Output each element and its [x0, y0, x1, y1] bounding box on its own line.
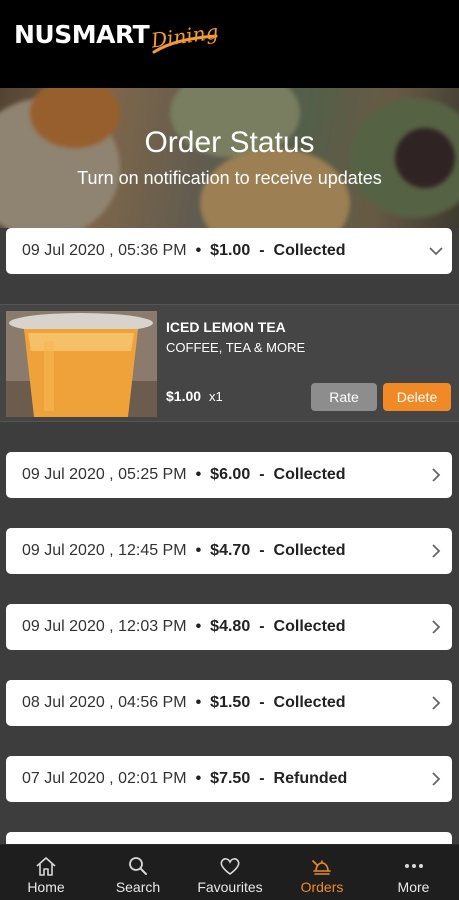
order-item-detail: ICED LEMON TEA COFFEE, TEA & MORE $1.00 … — [0, 304, 459, 422]
order-card[interactable] — [6, 832, 452, 844]
page-subtitle: Turn on notification to receive updates — [77, 168, 382, 188]
order-dash: - — [259, 242, 265, 259]
logo-main-text: NUSMART — [14, 20, 150, 49]
nav-more-label: More — [397, 879, 430, 895]
order-date: 07 Jul 2020 , 02:01 PM — [22, 770, 187, 787]
order-status: Refunded — [273, 770, 348, 787]
order-amount: $4.80 — [210, 618, 251, 635]
iced-tea-image — [6, 311, 157, 417]
chevron-right-icon[interactable] — [428, 465, 444, 485]
orders-list[interactable]: 09 Jul 2020 , 05:36 PM • $1.00 - Collect… — [0, 228, 459, 844]
delete-button[interactable]: Delete — [383, 383, 451, 411]
order-status: Collected — [273, 542, 346, 559]
order-date: 09 Jul 2020 , 12:45 PM — [22, 542, 187, 559]
order-date: 09 Jul 2020 , 05:36 PM — [22, 242, 187, 259]
page-title: Order Status — [144, 126, 315, 159]
chevron-right-icon[interactable] — [428, 693, 444, 713]
order-status: Collected — [273, 242, 346, 259]
nav-more[interactable]: More — [368, 845, 459, 900]
chevron-right-icon[interactable] — [428, 541, 444, 561]
order-date: 08 Jul 2020 , 04:56 PM — [22, 694, 187, 711]
order-amount: $4.70 — [210, 542, 251, 559]
order-date: 09 Jul 2020 , 05:25 PM — [22, 466, 187, 483]
item-price: $1.00 — [166, 388, 202, 404]
order-amount: $7.50 — [210, 770, 251, 787]
heart-icon — [220, 858, 240, 876]
order-card[interactable]: 09 Jul 2020 , 05:36 PM • $1.00 - Collect… — [6, 228, 452, 274]
top-bar: NUSMART Dining — [0, 0, 459, 88]
order-separator: • — [195, 770, 202, 787]
chevron-right-icon[interactable] — [428, 617, 444, 637]
nav-orders-label: Orders — [300, 879, 344, 895]
order-card[interactable]: 09 Jul 2020 , 12:45 PM • $4.70 - Collect… — [6, 528, 452, 574]
order-card[interactable]: 09 Jul 2020 , 05:25 PM • $6.00 - Collect… — [6, 452, 452, 498]
nav-search-label: Search — [115, 879, 161, 895]
order-dash: - — [259, 618, 265, 635]
bottom-nav: Home Search Favourites Orders More — [0, 844, 459, 900]
order-separator: • — [195, 466, 202, 483]
order-card[interactable]: 08 Jul 2020 , 04:56 PM • $1.50 - Collect… — [6, 680, 452, 726]
orders-icon — [312, 860, 331, 875]
more-icon — [404, 864, 423, 868]
nav-orders[interactable]: Orders — [276, 845, 368, 900]
order-date: 09 Jul 2020 , 12:03 PM — [22, 618, 187, 635]
nav-search[interactable]: Search — [92, 845, 184, 900]
order-card[interactable]: 07 Jul 2020 , 02:01 PM • $7.50 - Refunde… — [6, 756, 452, 802]
item-quantity: x1 — [209, 389, 223, 404]
order-status: Collected — [273, 694, 346, 711]
order-separator: • — [195, 694, 202, 711]
app-root: NUSMART Dining Order Status Turn on noti… — [0, 0, 459, 900]
hero-banner: Order Status Turn on notification to rec… — [0, 88, 459, 228]
order-dash: - — [259, 694, 265, 711]
home-icon — [36, 857, 56, 876]
order-separator: • — [195, 618, 202, 635]
order-amount: $1.00 — [210, 242, 251, 259]
order-separator: • — [195, 242, 202, 259]
order-status: Collected — [273, 466, 346, 483]
order-dash: - — [259, 466, 265, 483]
nav-favourites[interactable]: Favourites — [184, 845, 276, 900]
order-card[interactable]: 09 Jul 2020 , 12:03 PM • $4.80 - Collect… — [6, 604, 452, 650]
nav-home[interactable]: Home — [0, 845, 92, 900]
order-status: Collected — [273, 618, 346, 635]
item-photo — [6, 311, 157, 417]
order-dash: - — [259, 770, 265, 787]
logo-swoosh-icon — [152, 34, 218, 54]
order-separator: • — [195, 542, 202, 559]
search-icon — [129, 857, 147, 875]
item-category: COFFEE, TEA & MORE — [166, 340, 306, 355]
chevron-down-icon[interactable] — [428, 241, 444, 261]
nav-home-label: Home — [27, 879, 65, 895]
item-name: ICED LEMON TEA — [166, 319, 286, 335]
order-amount: $6.00 — [210, 466, 251, 483]
chevron-right-icon[interactable] — [428, 769, 444, 789]
order-amount: $1.50 — [210, 694, 251, 711]
nav-favourites-label: Favourites — [197, 879, 263, 895]
food-image-plate — [0, 98, 120, 228]
order-dash: - — [259, 542, 265, 559]
rate-button[interactable]: Rate — [311, 383, 377, 411]
